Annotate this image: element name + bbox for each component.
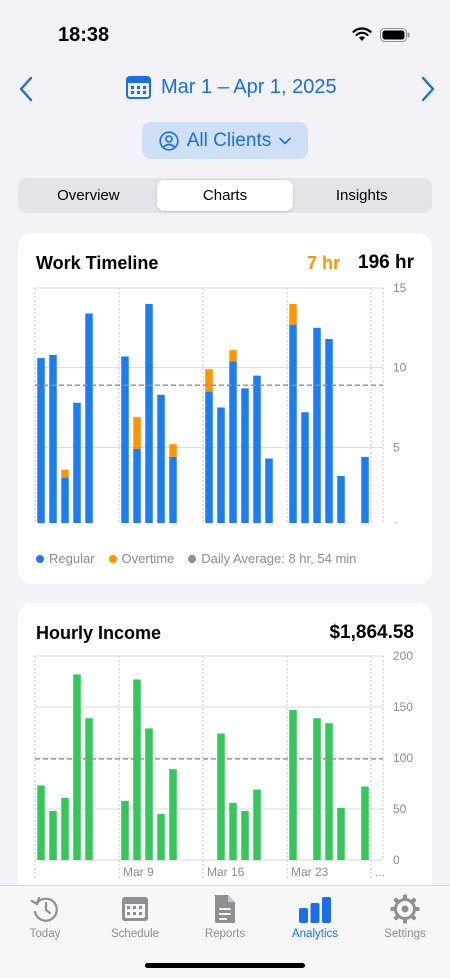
client-filter-button[interactable]: All Clients	[142, 122, 308, 159]
x-tick-label: Mar 9	[123, 865, 154, 879]
tab-overview[interactable]: Overview	[20, 180, 157, 211]
date-range-label: Mar 1 – Apr 1, 2025	[161, 75, 337, 98]
date-navigation: Mar 1 – Apr 1, 2025	[0, 72, 450, 106]
bar-regular	[205, 391, 213, 523]
bar-overtime	[229, 350, 237, 362]
status-icons	[352, 27, 410, 42]
y-tick-label: 50	[393, 802, 407, 816]
y-tick-label: 150	[393, 700, 413, 714]
bar-regular	[217, 407, 225, 523]
bar-regular	[337, 476, 345, 523]
bar-hourly-income	[337, 807, 345, 860]
bar-regular	[85, 313, 93, 523]
bar-regular	[301, 412, 309, 523]
x-tick-label: ...	[375, 865, 385, 879]
view-segmented-control: Overview Charts Insights	[18, 178, 432, 213]
bar-regular	[169, 456, 177, 523]
y-tick-label: 0	[393, 853, 400, 867]
bar-hourly-income	[325, 723, 333, 860]
bar-regular	[313, 327, 321, 523]
bar-hourly-income	[253, 789, 261, 860]
y-tick-label: 5	[393, 440, 400, 454]
battery-icon	[380, 27, 410, 42]
bar-hourly-income	[145, 728, 153, 860]
bar-hourly-income	[157, 814, 165, 860]
chart-legend: Regular Overtime Daily Average: 8 hr, 54…	[36, 551, 356, 566]
bar-regular	[133, 448, 141, 523]
calendar-icon	[126, 76, 151, 99]
bar-hourly-income	[133, 679, 141, 860]
y-tick-label: 200	[393, 649, 413, 663]
bar-regular	[157, 394, 165, 523]
hourly-income-card[interactable]: Hourly Income $1,864.58 0 50 100 150 200 Mar …	[18, 603, 432, 893]
bar-overtime	[289, 303, 297, 325]
bar-chart-icon	[299, 897, 331, 923]
bar-hourly-income	[61, 797, 69, 860]
legend-overtime: Overtime	[108, 551, 174, 566]
bar-regular	[121, 356, 129, 523]
chevron-down-icon	[279, 137, 292, 145]
date-range-button[interactable]: Mar 1 – Apr 1, 2025	[126, 75, 337, 99]
bar-regular	[265, 458, 273, 523]
tabbar-label: Schedule	[111, 928, 159, 940]
x-tick-label: Mar 16	[207, 865, 245, 879]
bar-hourly-income	[217, 733, 225, 860]
bar-regular	[325, 338, 333, 523]
gear-icon	[390, 894, 420, 924]
work-timeline-chart: 051015Mar 9Mar 16Mar 23...	[34, 281, 407, 523]
tabbar-label: Reports	[204, 928, 246, 940]
chevron-left-icon[interactable]	[14, 74, 40, 104]
clock-arrow-icon	[30, 896, 58, 922]
bar-regular	[61, 477, 69, 523]
legend-regular: Regular	[36, 551, 95, 566]
bar-hourly-income	[49, 811, 57, 860]
document-icon	[215, 895, 235, 923]
bar-regular	[253, 375, 261, 523]
tabbar-label: Today	[29, 928, 61, 940]
bar-regular	[361, 456, 369, 523]
calendar-icon	[122, 897, 148, 921]
y-tick-label: 15	[393, 281, 407, 295]
x-tick-label: Mar 23	[291, 865, 329, 879]
bar-regular	[73, 402, 81, 523]
bar-hourly-income	[361, 786, 369, 860]
bar-overtime	[133, 417, 141, 449]
bar-overtime	[61, 469, 69, 478]
bar-hourly-income	[289, 710, 297, 860]
bar-regular	[49, 354, 57, 523]
bar-regular	[289, 324, 297, 523]
tab-charts[interactable]: Charts	[156, 180, 294, 211]
y-tick-label: 10	[393, 361, 407, 375]
bar-hourly-income	[313, 718, 321, 860]
tabbar-label: Settings	[384, 928, 426, 940]
bar-regular	[145, 303, 153, 523]
bar-overtime	[169, 444, 177, 457]
person-circle-icon	[159, 130, 179, 151]
bar-hourly-income	[229, 802, 237, 860]
bar-regular	[37, 358, 45, 523]
y-tick-label: 100	[393, 751, 413, 765]
bar-hourly-income	[37, 785, 45, 860]
tabbar-item-settings[interactable]: Settings	[360, 886, 450, 978]
chevron-right-icon[interactable]	[414, 74, 440, 104]
tabbar-label: Analytics	[291, 928, 339, 940]
bar-hourly-income	[121, 800, 129, 860]
work-timeline-card[interactable]: Work Timeline 7 hr 196 hr 051015Mar 9Mar…	[18, 233, 432, 584]
home-indicator	[145, 963, 305, 968]
y-tick-label: 0	[393, 520, 400, 523]
bar-regular	[241, 388, 249, 523]
legend-average: Daily Average: 8 hr, 54 min	[188, 551, 356, 566]
bar-hourly-income	[169, 769, 177, 860]
status-time: 18:38	[58, 24, 110, 46]
client-filter-label: All Clients	[186, 129, 272, 151]
bar-hourly-income	[85, 718, 93, 860]
tab-insights[interactable]: Insights	[293, 180, 430, 211]
hourly-income-chart: 0 50 100 150 200 Mar 9 Mar 16 Mar 23...	[34, 649, 413, 879]
bar-hourly-income	[241, 811, 249, 860]
tabbar-item-today[interactable]: Today	[0, 886, 90, 978]
bar-hourly-income	[73, 674, 81, 860]
wifi-icon	[352, 27, 372, 41]
bar-overtime	[205, 369, 213, 392]
